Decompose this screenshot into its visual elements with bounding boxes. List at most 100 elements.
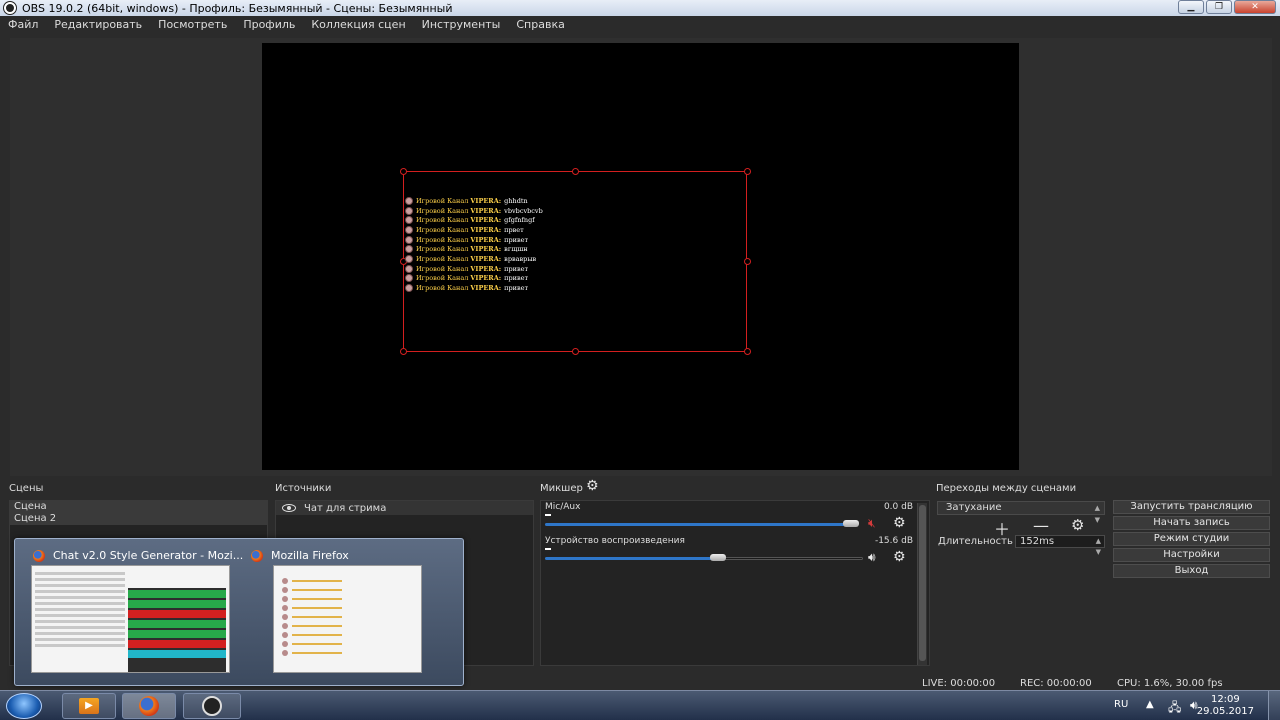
transitions-label: Переходы между сценами [936,483,1077,494]
start-button[interactable] [6,693,42,719]
thumbnail-preview-1[interactable] [31,565,230,673]
resize-handle-br[interactable] [744,348,751,355]
media-player-taskbar-button[interactable]: ▶ [62,693,116,719]
spin-arrows-icon: ▲ ▼ [1094,504,1100,524]
transition-select[interactable]: Затухание ▲ ▼ [937,501,1105,524]
thumbnail-title-1[interactable]: Chat v2.0 Style Generator - Mozi... [33,549,243,562]
thumbnail-title-2[interactable]: Mozilla Firefox [251,549,349,562]
volume-slider[interactable]: 🔇︎ ⚙ [545,515,913,531]
chat-line: Игровой Канал VIPERA: vbvbcvbcvb [405,206,745,216]
obs-icon [202,696,222,716]
source-name: Чат для стрима [304,502,387,514]
avatar [405,196,413,205]
scrollbar-thumb[interactable] [919,505,926,661]
mixer-gear-icon[interactable]: ⚙ [586,478,599,494]
menu-file[interactable]: Файл [8,18,38,31]
track-name: Mic/Aux [545,502,581,512]
menu-edit[interactable]: Редактировать [54,18,142,31]
studio-mode-button[interactable]: Режим студии [1113,532,1270,546]
firefox-icon [33,549,45,562]
resize-handle-mr[interactable] [744,258,751,265]
chat-overlay: Игровой Канал VIPERA: ghhdtn Игровой Канал… [405,196,745,293]
volume-track [717,556,863,560]
rec-status: REC: 00:00:00 [1020,678,1092,689]
clock-time: 12:09 [1210,694,1240,705]
track-name: Устройство воспроизведения [545,536,685,546]
clock[interactable]: 12:09 29.05.2017 [1197,694,1254,718]
chat-line: Игровой Канал VIPERA: привет [405,264,745,274]
volume-slider[interactable]: 🔊︎ ⚙ [545,549,913,565]
menu-view[interactable]: Посмотреть [158,18,227,31]
speaker-icon[interactable]: 🔊︎ [868,550,876,565]
start-stream-button[interactable]: Запустить трансляцию [1113,500,1270,514]
cpu-status: CPU: 1.6%, 30.00 fps [1117,678,1223,689]
remove-transition-button[interactable]: — [1033,516,1049,535]
volume-knob[interactable] [710,554,726,561]
menu-profile[interactable]: Профиль [243,18,295,31]
duration-label: Длительность [938,536,1013,547]
firefox-icon [139,696,159,716]
start-record-button[interactable]: Начать запись [1113,516,1270,530]
window-title: OBS 19.0.2 (64bit, windows) - Профиль: Б… [22,1,453,15]
firefox-taskbar-button[interactable] [122,693,176,719]
eye-icon[interactable] [282,504,296,512]
chat-line: Игровой Канал VIPERA: привет [405,235,745,245]
maximize-button[interactable]: ❐ [1206,0,1232,14]
level-meter [545,548,551,550]
track-db: 0.0 dB [883,502,913,512]
source-item[interactable]: Чат для стрима [276,501,533,515]
menu-bar: Файл Редактировать Посмотреть Профиль Ко… [0,16,1280,32]
menu-help[interactable]: Справка [516,18,564,31]
scene-item-1[interactable]: Сцена [10,501,267,513]
chat-line: Игровой Канал VIPERA: gfgfnfngf [405,215,745,225]
close-button[interactable]: ✕ [1234,0,1276,14]
taskbar-thumbnail-popup: Chat v2.0 Style Generator - Mozi... Mozi… [14,538,464,686]
duration-value: 152ms [1020,536,1055,547]
exit-button[interactable]: Выход [1113,564,1270,578]
duration-spinbox[interactable]: 152ms ▲ ▼ [1015,535,1105,556]
menu-scene-collection[interactable]: Коллекция сцен [311,18,405,31]
chat-line: Игровой Канал VIPERA: врваврыв [405,254,745,264]
menu-tools[interactable]: Инструменты [422,18,501,31]
scene-item-2[interactable]: Сцена 2 [10,513,267,525]
track-settings-gear-icon[interactable]: ⚙ [893,515,906,531]
muted-speaker-icon[interactable]: 🔇︎ [868,516,876,531]
resize-handle-tl[interactable] [400,168,407,175]
resize-handle-tr[interactable] [744,168,751,175]
resize-handle-bc[interactable] [572,348,579,355]
avatar [405,216,413,225]
avatar [405,235,413,244]
page-preview-right [128,588,226,672]
minimize-button[interactable]: ▁ [1178,0,1204,14]
transition-gear-icon[interactable]: ⚙ [1071,516,1084,534]
resize-handle-bl[interactable] [400,348,407,355]
volume-knob[interactable] [843,520,859,527]
network-icon[interactable]: 🖧︎ [1168,698,1181,719]
tray-arrow-icon[interactable]: ▲ [1146,699,1154,710]
volume-fill [545,556,715,560]
chat-line: Игровой Канал VIPERA: вгщшн [405,244,745,254]
show-desktop-button[interactable] [1268,691,1280,720]
chat-line: Игровой Канал VIPERA: ghhdtn [405,196,745,206]
settings-button[interactable]: Настройки [1113,548,1270,562]
resize-handle-tc[interactable] [572,168,579,175]
mixer-label: Микшер [540,483,583,494]
track-settings-gear-icon[interactable]: ⚙ [893,549,906,565]
sources-label: Источники [275,483,332,494]
avatar [405,284,413,293]
avatar [405,254,413,263]
clock-date: 29.05.2017 [1196,706,1254,717]
mixer-scrollbar[interactable] [917,503,927,665]
chat-line: Игровой Канал VIPERA: првет [405,225,745,235]
thumbnail-preview-2[interactable] [273,565,422,673]
spin-arrows-icon[interactable]: ▲ ▼ [1096,536,1101,558]
obs-taskbar-button[interactable] [183,693,241,719]
firefox-icon [251,549,263,562]
transition-value: Затухание [946,502,1002,513]
avatar [405,225,413,234]
media-player-icon: ▶ [79,698,99,714]
avatar [405,245,413,254]
language-indicator[interactable]: RU [1114,699,1128,710]
page-preview-left [35,569,125,669]
mixer-track-mic: Mic/Aux 0.0 dB 🔇︎ ⚙ [545,502,913,531]
